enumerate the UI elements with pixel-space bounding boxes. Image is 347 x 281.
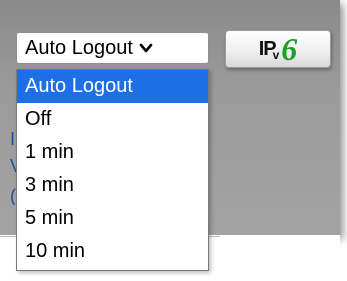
auto-logout-select[interactable]: Auto Logout [16, 32, 209, 64]
ipv6-logo-six: 6 [281, 31, 298, 67]
auto-logout-option[interactable]: 1 min [17, 136, 208, 169]
auto-logout-options: Auto Logout Off 1 min 3 min 5 min 10 min [16, 69, 209, 271]
auto-logout-selected-value: Auto Logout [25, 36, 133, 59]
auto-logout-option[interactable]: 10 min [17, 235, 208, 268]
ipv6-button[interactable]: IP v 6 [225, 30, 331, 68]
auto-logout-option[interactable]: 5 min [17, 202, 208, 235]
auto-logout-option[interactable]: 3 min [17, 169, 208, 202]
router-admin-sidebar: I V ( Auto Logout IP v 6 Auto Logout Off… [0, 0, 347, 281]
ipv6-logo-v: v [272, 48, 280, 62]
auto-logout-option[interactable]: Auto Logout [17, 70, 208, 103]
chevron-down-icon [139, 43, 153, 53]
auto-logout-option[interactable]: Off [17, 103, 208, 136]
